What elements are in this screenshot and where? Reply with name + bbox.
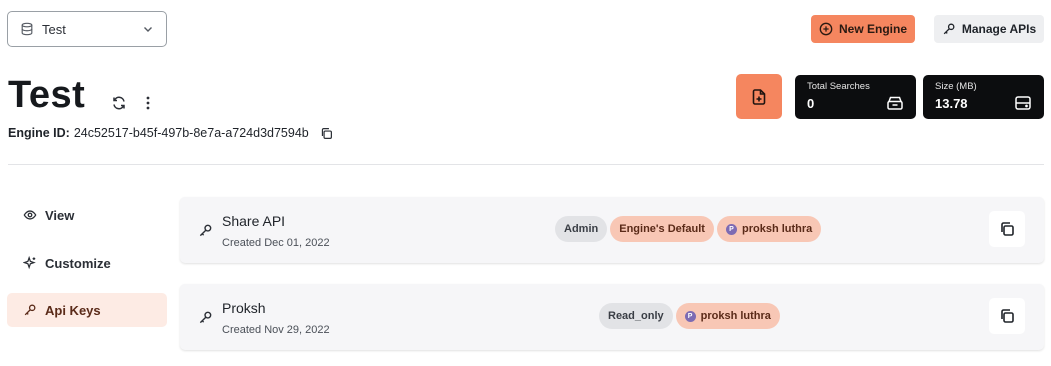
size-stat: Size (MB) 13.78 <box>923 75 1044 119</box>
eye-icon <box>23 210 37 220</box>
sidebar-item-label: Api Keys <box>45 302 101 318</box>
sidebar-item-label: View <box>45 207 75 223</box>
server-icon <box>1015 96 1031 110</box>
role-badge: Admin <box>555 216 608 242</box>
key-icon <box>943 23 955 35</box>
avatar: P <box>684 310 696 322</box>
copy-icon <box>1001 309 1014 323</box>
upload-document-button[interactable] <box>736 74 782 119</box>
sidebar-item-customize[interactable]: Customize <box>7 246 167 280</box>
sidebar-item-view[interactable]: View <box>7 198 167 232</box>
api-key-card: Share API Created Dec 01, 2022 Admin Eng… <box>180 197 1044 263</box>
size-label: Size (MB) <box>935 81 977 92</box>
engine-id-label: Engine ID: <box>8 126 70 140</box>
total-searches-label: Total Searches <box>807 81 870 92</box>
api-key-created: Created Dec 01, 2022 <box>222 237 330 249</box>
total-searches-stat: Total Searches 0 <box>795 75 916 119</box>
role-badge: Read_only <box>599 303 673 329</box>
engine-id: Engine ID: 24c52517-b45f-497b-8e7a-a724d… <box>8 126 333 140</box>
owner-name: proksh luthra <box>741 223 813 235</box>
copy-key-button[interactable] <box>989 211 1025 247</box>
engine-selector[interactable]: Test <box>7 11 167 47</box>
engine-selector-value: Test <box>42 21 66 37</box>
api-key-created: Created Nov 29, 2022 <box>222 324 330 336</box>
plus-circle-icon <box>819 22 833 36</box>
api-key-badges: Admin Engine's Default P proksh luthra <box>555 216 822 242</box>
refresh-icon[interactable] <box>111 95 127 111</box>
file-plus-icon <box>752 88 766 105</box>
manage-apis-label: Manage APIs <box>961 22 1037 36</box>
owner-badge: P proksh luthra <box>675 303 780 329</box>
default-badge: Engine's Default <box>610 216 714 242</box>
api-key-name: Share API <box>222 213 286 229</box>
database-icon <box>21 22 33 36</box>
copy-icon <box>1001 222 1014 236</box>
chevron-down-icon <box>144 27 152 32</box>
sparkle-icon <box>23 256 36 270</box>
copy-key-button[interactable] <box>989 298 1025 334</box>
owner-badge: P proksh luthra <box>716 216 822 242</box>
more-vertical-icon[interactable] <box>141 95 155 111</box>
key-icon <box>199 224 212 237</box>
divider <box>8 164 1044 165</box>
key-icon <box>199 311 212 324</box>
owner-name: proksh luthra <box>700 310 771 322</box>
sidebar-item-label: Customize <box>45 255 111 271</box>
key-icon <box>24 304 36 316</box>
new-engine-button[interactable]: New Engine <box>811 15 915 43</box>
api-key-card: Proksh Created Nov 29, 2022 Read_only P … <box>180 284 1044 350</box>
manage-apis-button[interactable]: Manage APIs <box>934 15 1044 43</box>
new-engine-label: New Engine <box>838 22 907 36</box>
api-key-badges: Read_only P proksh luthra <box>599 303 780 329</box>
sidebar-item-api-keys[interactable]: Api Keys <box>7 293 167 327</box>
avatar: P <box>725 223 737 235</box>
api-key-name: Proksh <box>222 300 266 316</box>
engine-id-value: 24c52517-b45f-497b-8e7a-a724d3d7594b <box>73 126 309 140</box>
archive-icon <box>887 96 903 110</box>
page-title: Test <box>8 74 86 116</box>
copy-icon[interactable] <box>320 127 333 140</box>
